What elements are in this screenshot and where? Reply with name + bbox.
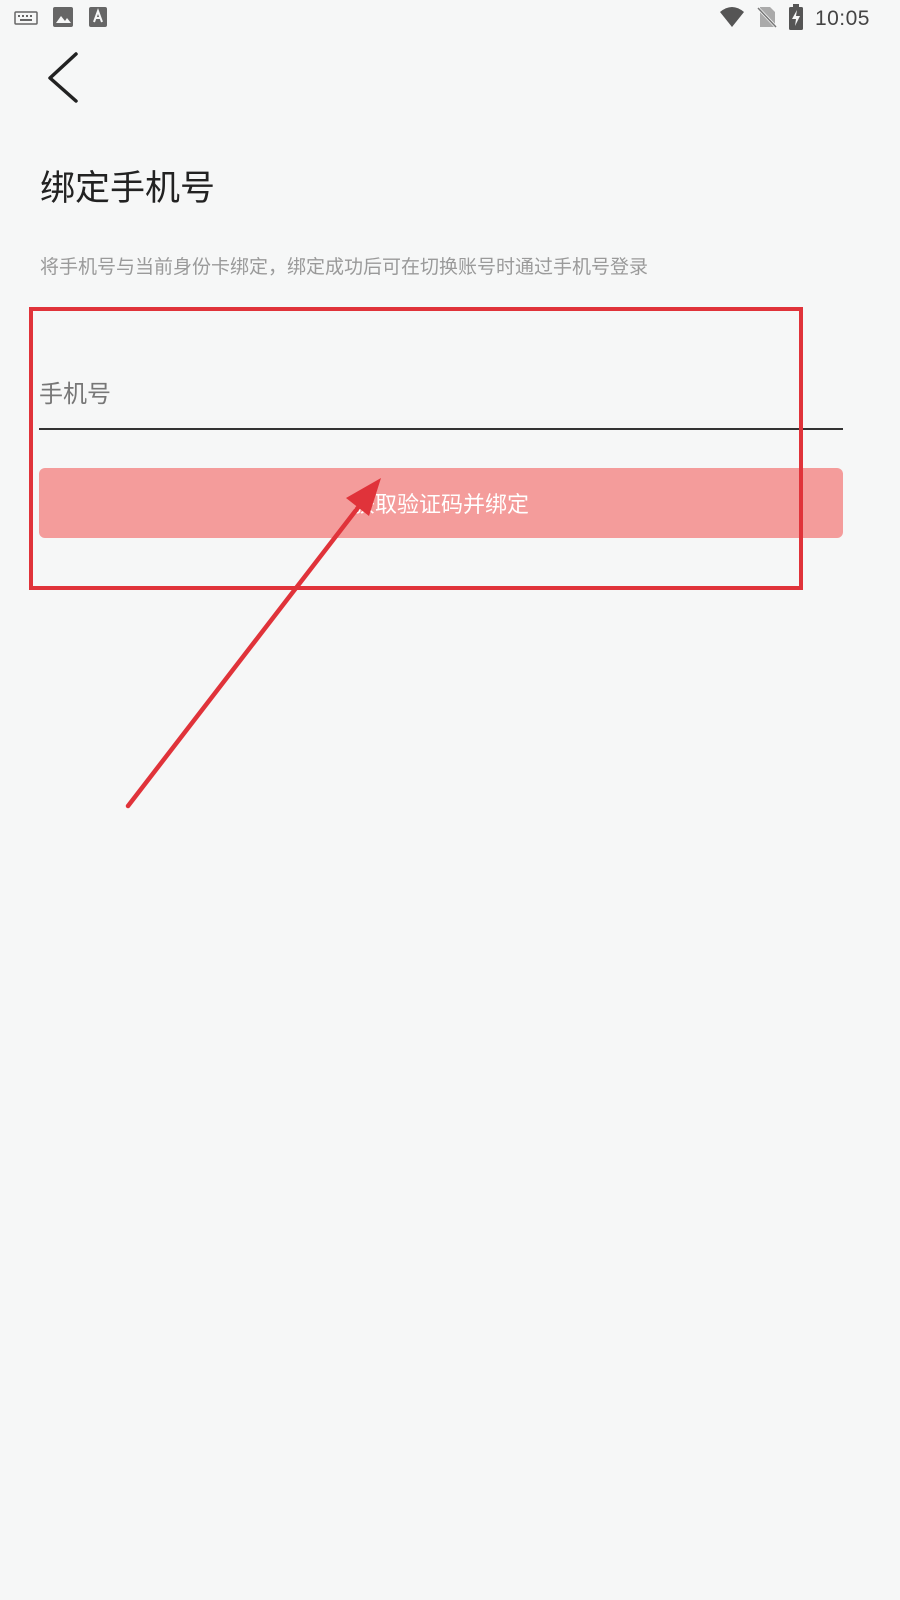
page-title: 绑定手机号 [40, 169, 216, 209]
status-time: 10:05 [814, 7, 870, 30]
font-icon [88, 6, 108, 32]
no-sim-icon [756, 5, 778, 33]
wifi-icon [719, 6, 745, 32]
phone-number-input[interactable] [39, 360, 843, 430]
page-subtitle: 将手机号与当前身份卡绑定，绑定成功后可在切换账号时通过手机号登录 [40, 256, 649, 278]
status-bar-right: 10:05 [719, 4, 870, 34]
annotation-highlight-box [29, 307, 803, 590]
chevron-left-icon [48, 52, 78, 103]
annotation-arrow [125, 478, 381, 809]
back-button[interactable] [36, 44, 96, 114]
status-bar: 10:05 [0, 0, 882, 36]
status-bar-left [14, 6, 108, 32]
keyboard-icon [14, 10, 38, 29]
image-icon [52, 6, 74, 32]
get-code-and-bind-button[interactable]: 获取验证码并绑定 [39, 468, 843, 538]
battery-charging-icon [788, 4, 803, 34]
